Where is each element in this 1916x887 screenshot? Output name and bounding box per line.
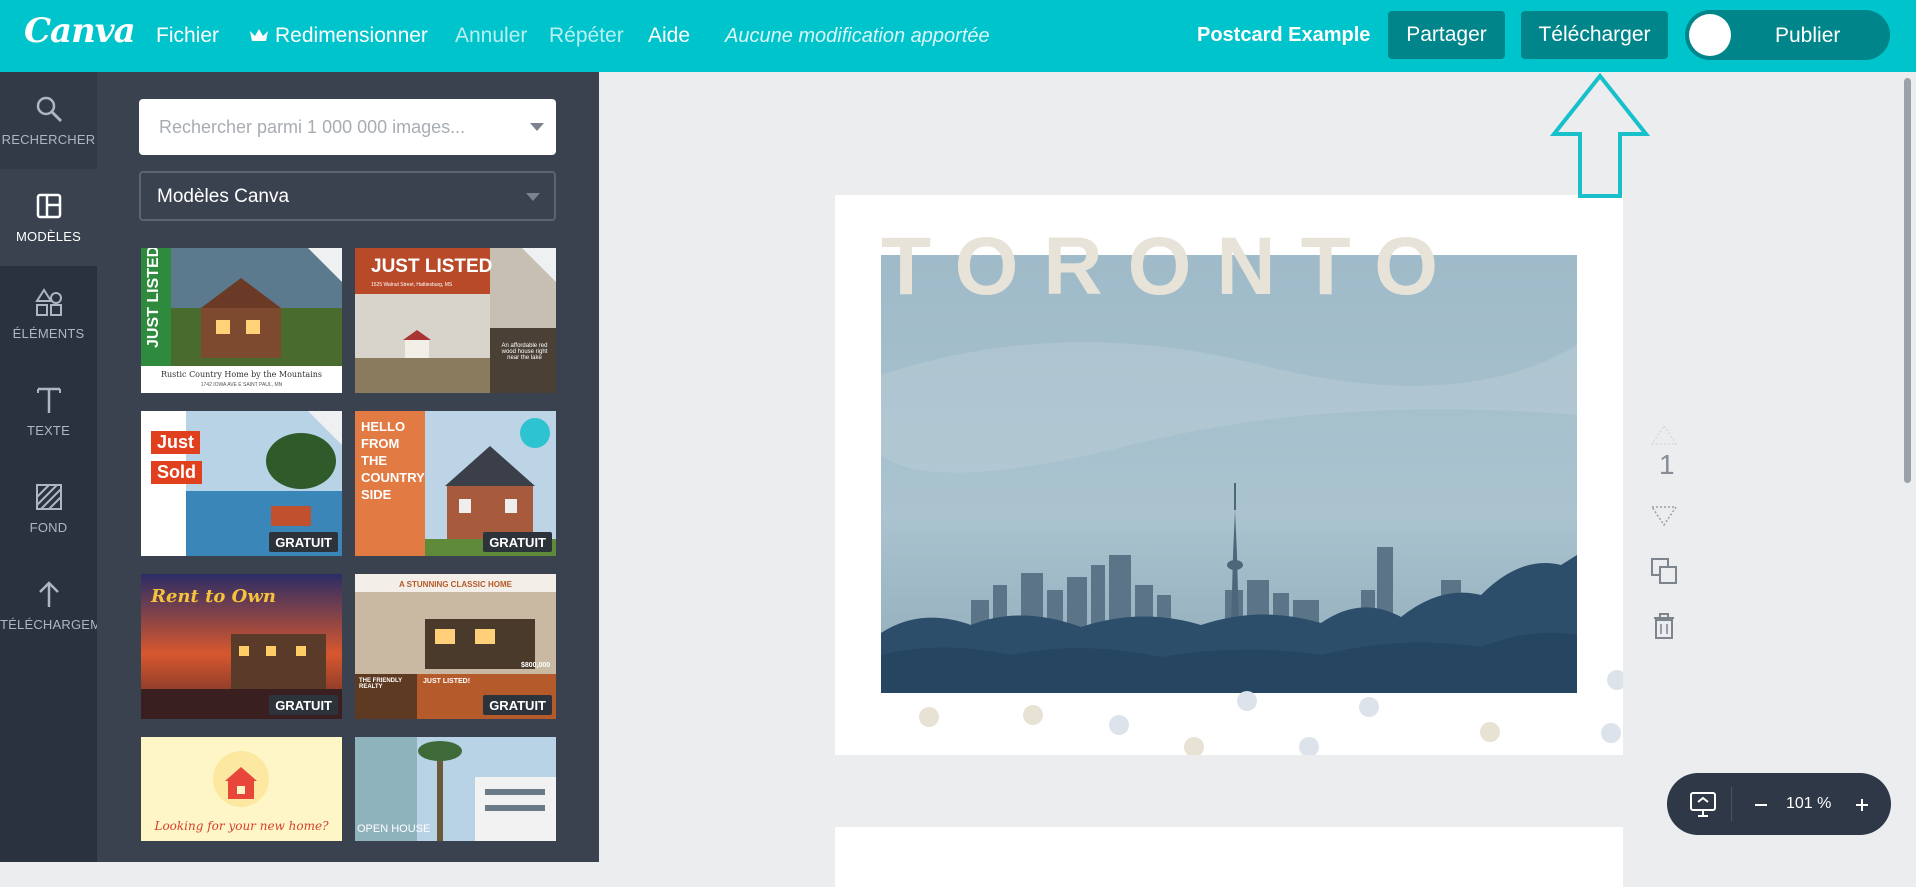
duplicate-page-icon[interactable] (1649, 556, 1679, 586)
move-page-down-icon[interactable] (1649, 503, 1679, 527)
rail-label-templates: MODÈLES (16, 229, 81, 244)
template-subcaption: An affordable red wood house right near … (501, 343, 548, 361)
template-source-value: Modèles Canva (157, 186, 290, 207)
chevron-down-icon[interactable] (530, 123, 544, 131)
template-caption: 1525 Walnut Street, Hattiesburg, MS (371, 282, 453, 288)
resize-label: Redimensionner (275, 24, 428, 47)
template-thumbnail[interactable]: A STUNNING CLASSIC HOME $800,000 THE FRI… (355, 574, 556, 719)
template-thumbnail[interactable]: Rent to Own GRATUIT (141, 574, 342, 719)
template-title: Looking for your new home? (154, 819, 329, 833)
page-number: 1 (1659, 449, 1675, 480)
templates-panel: Rechercher parmi 1 000 000 images... Mod… (97, 72, 599, 862)
text-icon (37, 387, 61, 413)
rail-label-elements: ÉLÉMENTS (12, 326, 85, 341)
page-curl (308, 248, 342, 282)
template-thumbnail[interactable]: Just Sold GRATUIT (141, 411, 342, 556)
rail-item-elements[interactable]: ÉLÉMENTS (0, 266, 97, 363)
template-title-2: Sold (151, 461, 202, 484)
zoom-in-icon[interactable] (1854, 797, 1870, 813)
save-status: Aucune modification apportée (725, 25, 990, 47)
rail-item-text[interactable]: TEXTE (0, 363, 97, 460)
template-caption: Rustic Country Home by the Mountains (160, 370, 323, 379)
document-title[interactable]: Postcard Example (1197, 24, 1370, 47)
share-button[interactable]: Partager (1388, 11, 1505, 59)
crown-icon (250, 29, 268, 41)
template-thumbnail[interactable]: JUST LISTED! Rustic Country Home by the … (141, 248, 342, 393)
free-badge: GRATUIT (483, 695, 552, 715)
design-page[interactable]: TORONTO (835, 195, 1623, 755)
free-badge: GRATUIT (483, 532, 552, 552)
template-title: OPEN HOUSE (357, 823, 431, 835)
redo-button[interactable]: Répéter (549, 24, 624, 48)
zoom-level[interactable]: 101 % (1786, 795, 1831, 813)
design-page-2[interactable] (835, 827, 1623, 887)
template-thumbnail[interactable]: OPEN HOUSE (355, 737, 556, 841)
image-search-input[interactable]: Rechercher parmi 1 000 000 images... (139, 99, 556, 155)
template-title: Rent to Own (151, 586, 276, 607)
rail-label-search: RECHERCHER (1, 132, 96, 147)
template-source-select[interactable]: Modèles Canva (139, 171, 556, 221)
template-thumbnail[interactable]: JUST LISTED 1525 Walnut Street, Hattiesb… (355, 248, 556, 393)
chevron-down-icon (526, 193, 540, 201)
download-button[interactable]: Télécharger (1521, 11, 1668, 59)
rail-label-background: FOND (29, 520, 68, 535)
template-subcaption: JUST LISTED! (423, 678, 471, 685)
presentation-icon[interactable] (1689, 790, 1717, 818)
template-title: JUST LISTED (371, 256, 493, 277)
page-curl (522, 248, 556, 282)
template-title: A STUNNING CLASSIC HOME (398, 580, 513, 589)
template-title: HELLO FROM THE COUNTRY SIDE (361, 419, 425, 502)
top-bar: Canva Fichier Redimensionner Annuler Rép… (0, 0, 1916, 72)
zoom-control: 101 % (1667, 773, 1891, 835)
template-title: JUST LISTED! (145, 248, 162, 348)
help-menu[interactable]: Aide (648, 24, 690, 48)
resize-menu[interactable]: Redimensionner (249, 24, 428, 48)
layout-icon (36, 193, 62, 219)
rail-item-uploads[interactable]: TÉLÉCHARGEMENTS (0, 557, 137, 654)
left-rail: RECHERCHER MODÈLES ÉLÉMENTS TEXTE FOND T… (0, 72, 137, 862)
upload-icon (39, 581, 59, 607)
rail-item-search[interactable]: RECHERCHER (0, 72, 97, 169)
template-thumbnail[interactable]: HELLO FROM THE COUNTRY SIDE GRATUIT (355, 411, 556, 556)
free-badge: GRATUIT (269, 532, 338, 552)
rail-label-text: TEXTE (27, 423, 70, 438)
template-caption: THE FRIENDLY REALTY (359, 678, 403, 690)
canva-logo[interactable]: Canva (24, 11, 136, 51)
undo-button[interactable]: Annuler (455, 24, 527, 48)
zoom-out-icon[interactable] (1753, 797, 1769, 813)
template-subcaption: 1742 IOWA AVE E SAINT PAUL, MN (200, 382, 283, 388)
free-badge: GRATUIT (269, 695, 338, 715)
background-icon (36, 484, 62, 510)
workspace-scrollbar[interactable] (1904, 78, 1911, 483)
decorative-dots (919, 670, 1623, 755)
template-price: $800,000 (521, 662, 551, 669)
move-page-up-icon[interactable] (1649, 424, 1679, 446)
publish-toggle-knob (1689, 14, 1731, 56)
publish-toggle[interactable]: Publier (1685, 10, 1890, 60)
page-curl (308, 411, 342, 445)
template-thumbnail[interactable]: Looking for your new home? (141, 737, 342, 841)
rail-item-templates[interactable]: MODÈLES (0, 169, 97, 266)
zoom-divider (1731, 787, 1732, 821)
template-title: Just (151, 431, 201, 454)
search-placeholder: Rechercher parmi 1 000 000 images... (159, 117, 466, 137)
rail-label-uploads: TÉLÉCHARGEMENTS (0, 617, 137, 632)
canvas-workspace: TORONTO 1 (599, 72, 1916, 887)
file-menu[interactable]: Fichier (156, 24, 219, 48)
shapes-icon (35, 288, 62, 316)
arrow-up-annotation-icon (1550, 72, 1650, 198)
publish-label: Publier (1775, 24, 1841, 47)
rail-item-background[interactable]: FOND (0, 460, 97, 557)
search-icon (36, 96, 63, 123)
delete-page-icon[interactable] (1649, 612, 1679, 642)
